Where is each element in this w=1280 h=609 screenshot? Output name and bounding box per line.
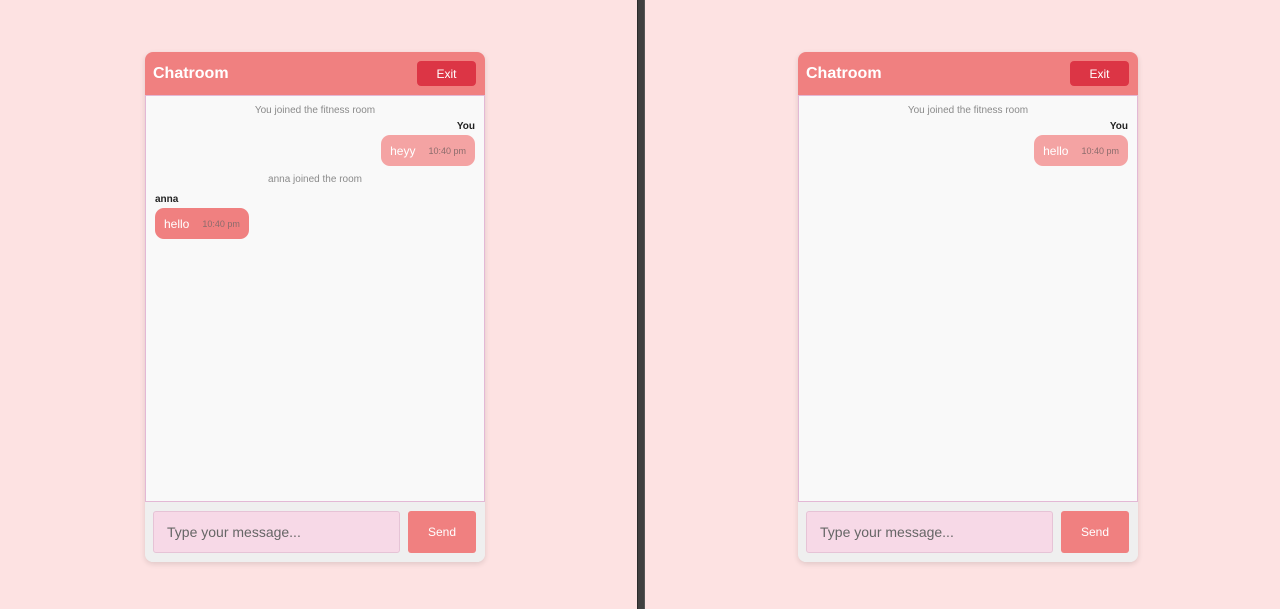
message-row: hello 10:40 pm [155, 208, 475, 239]
message-composer: Send [145, 502, 485, 562]
chat-header: Chatroom Exit [798, 52, 1138, 95]
window-divider[interactable] [637, 0, 645, 609]
message-bubble: hello 10:40 pm [155, 208, 249, 239]
message-text: hello [164, 216, 190, 231]
right-window: Chatroom Exit You joined the fitness roo… [645, 0, 1280, 609]
system-message: You joined the fitness room [907, 105, 1029, 116]
exit-button[interactable]: Exit [417, 61, 476, 86]
message-input[interactable] [806, 511, 1053, 553]
left-window: Chatroom Exit You joined the fitness roo… [0, 0, 637, 609]
chat-container: Chatroom Exit You joined the fitness roo… [145, 52, 485, 562]
message-row: hello 10:40 pm [808, 135, 1128, 166]
chat-title: Chatroom [806, 64, 882, 82]
chat-container: Chatroom Exit You joined the fitness roo… [798, 52, 1138, 562]
message-input[interactable] [153, 511, 400, 553]
system-message: You joined the fitness room [254, 105, 376, 116]
message-bubble: heyy 10:40 pm [381, 135, 475, 166]
message-timestamp: 10:40 pm [1081, 145, 1119, 156]
exit-button[interactable]: Exit [1070, 61, 1129, 86]
message-composer: Send [798, 502, 1138, 562]
chat-header: Chatroom Exit [145, 52, 485, 95]
messages-area[interactable]: You joined the fitness room You hello 10… [798, 95, 1138, 502]
message-text: hello [1043, 143, 1069, 158]
send-button[interactable]: Send [408, 511, 476, 553]
message-timestamp: 10:40 pm [202, 218, 240, 229]
message-bubble: hello 10:40 pm [1034, 135, 1128, 166]
message-sender: You [1109, 121, 1128, 132]
messages-area[interactable]: You joined the fitness room You heyy 10:… [145, 95, 485, 502]
message-text: heyy [390, 143, 416, 158]
message-sender: anna [155, 194, 179, 205]
message-timestamp: 10:40 pm [428, 145, 466, 156]
chat-title: Chatroom [153, 64, 229, 82]
system-message: anna joined the room [268, 174, 362, 185]
message-row: heyy 10:40 pm [155, 135, 475, 166]
send-button[interactable]: Send [1061, 511, 1129, 553]
message-sender: You [456, 121, 475, 132]
